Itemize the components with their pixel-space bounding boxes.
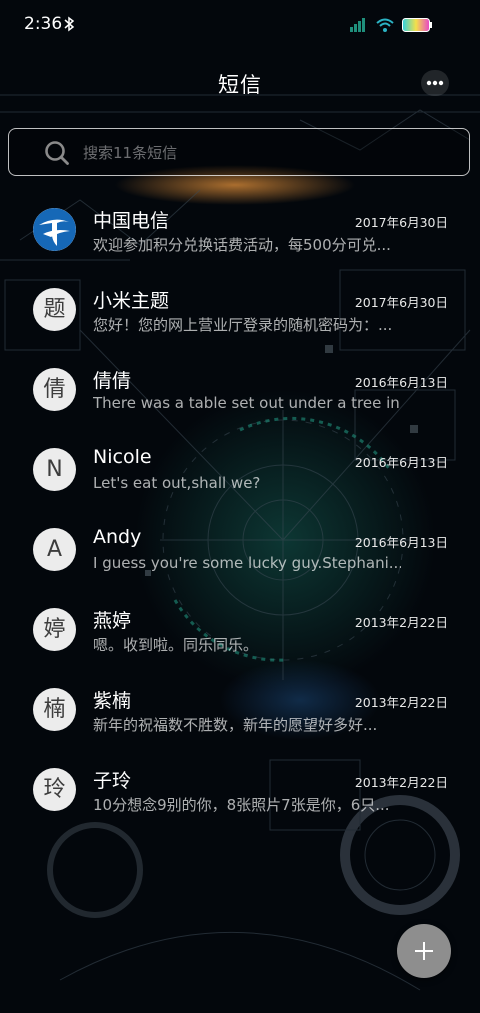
conversation-date: 2013年2月22日	[354, 615, 448, 630]
conversation-name: 子玲	[93, 770, 132, 792]
avatar: 倩	[33, 368, 76, 411]
conversation-preview: Let's eat out,shall we?	[93, 474, 261, 492]
conversation-preview: I guess you're some lucky guy.Stephani..…	[93, 554, 401, 572]
more-options-button[interactable]	[421, 70, 449, 96]
plus-icon	[415, 942, 433, 960]
conversation-date: 2016年6月13日	[354, 455, 448, 470]
avatar: A	[33, 528, 76, 571]
avatar: 玲	[33, 768, 76, 811]
conversation-name: 倩倩	[93, 370, 132, 392]
china-telecom-logo	[33, 208, 76, 251]
status-icons	[342, 14, 462, 36]
conversation-date: 2017年6月30日	[354, 295, 448, 310]
conversation-name: 紫楠	[93, 690, 132, 712]
conversation-date: 2016年6月13日	[354, 375, 448, 390]
search-box[interactable]	[8, 128, 470, 176]
conversation-date: 2017年6月30日	[354, 215, 448, 230]
conversation-date: 2013年2月22日	[354, 775, 448, 790]
more-dots-icon	[426, 80, 444, 86]
avatar: N	[33, 448, 76, 491]
conversation-name: 燕婷	[93, 610, 132, 632]
signal-icon	[350, 18, 365, 32]
wifi-icon	[376, 18, 394, 32]
conversation-name: Nicole	[93, 446, 152, 468]
conversation-name: Andy	[93, 526, 142, 548]
conversation-preview: 您好！您的网上营业厅登录的随机密码为：...	[93, 316, 393, 334]
avatar: 题	[33, 288, 76, 331]
bluetooth-icon	[64, 16, 75, 32]
battery-icon	[402, 18, 432, 32]
conversation-item[interactable]: 婷 燕婷 2013年2月22日 嗯。收到啦。同乐同乐。	[0, 586, 480, 666]
conversation-preview: 新年的祝福数不胜数，新年的愿望好多好...	[93, 716, 378, 734]
status-time: 2:36	[24, 14, 63, 34]
conversation-preview: There was a table set out under a tree i…	[93, 394, 401, 412]
conversation-item[interactable]: 倩 倩倩 2016年6月13日 There was a table set ou…	[0, 346, 480, 426]
conversation-item[interactable]: 中国电信 2017年6月30日 欢迎参加积分兑换话费活动，每500分可兑...	[0, 186, 480, 266]
avatar: 婷	[33, 608, 76, 651]
search-input[interactable]	[83, 139, 453, 167]
search-icon	[45, 141, 69, 165]
conversation-list: 中国电信 2017年6月30日 欢迎参加积分兑换话费活动，每500分可兑... …	[0, 186, 480, 826]
conversation-name: 中国电信	[93, 210, 170, 232]
conversation-date: 2013年2月22日	[354, 695, 448, 710]
avatar	[33, 208, 76, 251]
page-title: 短信	[218, 73, 262, 97]
conversation-item[interactable]: 玲 子玲 2013年2月22日 10分想念9别的你，8张照片7张是你，6只...	[0, 746, 480, 826]
conversation-item[interactable]: 题 小米主题 2017年6月30日 您好！您的网上营业厅登录的随机密码为：...	[0, 266, 480, 346]
conversation-preview: 嗯。收到啦。同乐同乐。	[93, 636, 259, 654]
conversation-preview: 10分想念9别的你，8张照片7张是你，6只...	[93, 796, 390, 814]
conversation-date: 2016年6月13日	[354, 535, 448, 550]
conversation-item[interactable]: A Andy 2016年6月13日 I guess you're some lu…	[0, 506, 480, 586]
conversation-item[interactable]: N Nicole 2016年6月13日 Let's eat out,shall …	[0, 426, 480, 506]
avatar: 楠	[33, 688, 76, 731]
conversation-name: 小米主题	[93, 290, 170, 312]
conversation-preview: 欢迎参加积分兑换话费活动，每500分可兑...	[93, 236, 391, 254]
conversation-item[interactable]: 楠 紫楠 2013年2月22日 新年的祝福数不胜数，新年的愿望好多好...	[0, 666, 480, 746]
new-message-button[interactable]	[397, 924, 451, 978]
